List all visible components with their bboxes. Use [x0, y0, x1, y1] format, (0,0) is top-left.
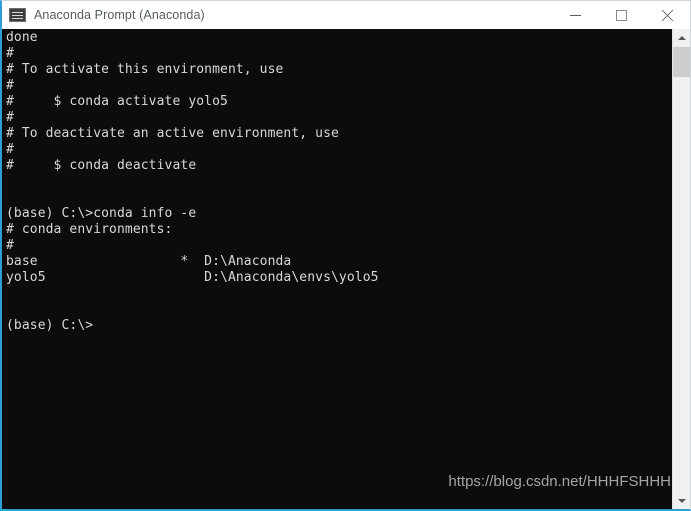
scroll-down-button[interactable] — [673, 492, 690, 509]
vertical-scrollbar[interactable] — [672, 29, 690, 509]
chevron-down-icon — [677, 498, 686, 503]
maximize-icon — [615, 9, 627, 21]
window-title: Anaconda Prompt (Anaconda) — [34, 8, 205, 22]
minimize-button[interactable] — [552, 1, 598, 29]
scroll-up-button[interactable] — [673, 29, 690, 46]
anaconda-prompt-window: Anaconda Prompt (Anaconda) done # # To a… — [0, 0, 691, 511]
console-icon — [9, 7, 26, 23]
close-button[interactable] — [644, 1, 690, 29]
window-controls — [552, 1, 690, 29]
maximize-button[interactable] — [598, 1, 644, 29]
close-icon — [661, 9, 674, 22]
scrollbar-thumb[interactable] — [673, 47, 690, 77]
watermark-url: https://blog.csdn.net/HHHFSHHH — [448, 473, 671, 490]
title-bar[interactable]: Anaconda Prompt (Anaconda) — [2, 1, 690, 29]
console-text: done # # To activate this environment, u… — [6, 30, 379, 333]
console-output-area[interactable]: done # # To activate this environment, u… — [2, 29, 690, 509]
minimize-icon — [569, 14, 581, 16]
chevron-up-icon — [677, 35, 686, 40]
